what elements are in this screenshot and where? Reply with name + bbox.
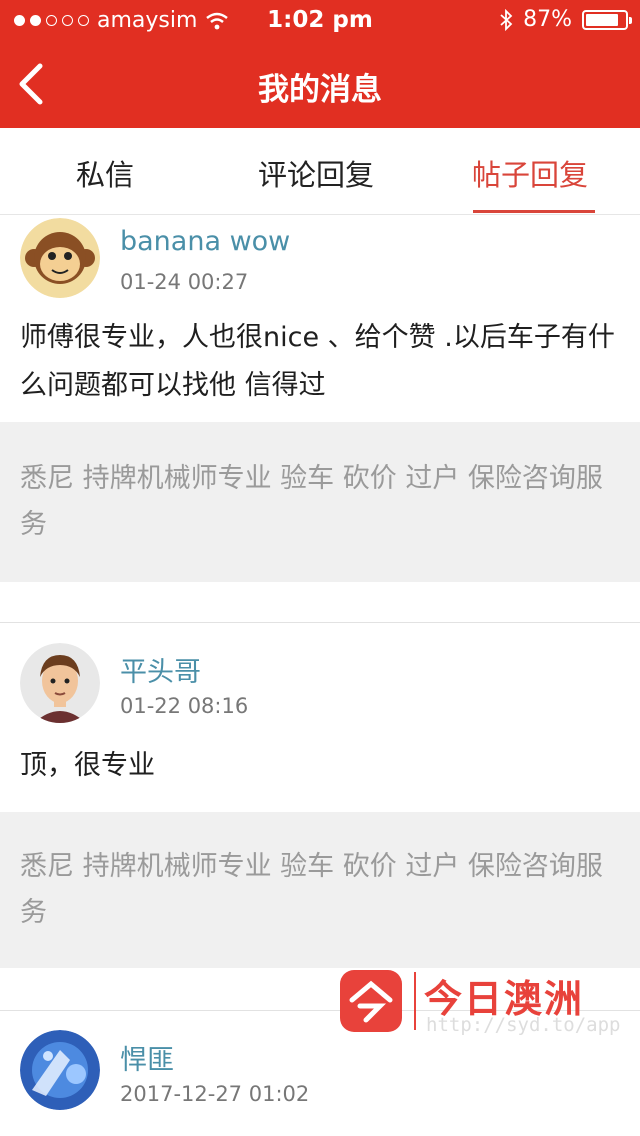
- bluetooth-icon: [500, 8, 513, 31]
- timestamp: 01-22 08:16: [120, 694, 249, 718]
- nav-bar: 我的消息: [0, 40, 640, 128]
- abstract-avatar-icon: [20, 1030, 100, 1110]
- app-logo-icon: [340, 970, 402, 1032]
- tab-comment-replies[interactable]: 评论回复: [258, 152, 374, 194]
- person-avatar-icon: [20, 643, 100, 723]
- divider: [0, 622, 640, 623]
- reply-text: 顶，很专业: [20, 750, 155, 781]
- watermark: 今日澳洲 http://syd.to/app: [340, 968, 620, 1038]
- monkey-avatar-icon: [20, 218, 100, 298]
- avatar[interactable]: [20, 218, 100, 298]
- battery-percent: 87%: [523, 7, 572, 32]
- reply-text: 师傅很专业，人也很nice 、给个赞 .以后车子有什么问题都可以找他 信得过: [20, 322, 615, 401]
- battery-icon: [582, 9, 632, 30]
- tab-post-replies[interactable]: 帖子回复: [472, 152, 588, 194]
- watermark-divider: [414, 972, 416, 1030]
- timestamp: 2017-12-27 01:02: [120, 1082, 310, 1106]
- app-header: amaysim 1:02 pm 87% 我的消息: [0, 0, 640, 128]
- tab-private-messages[interactable]: 私信: [76, 152, 134, 194]
- username[interactable]: 平头哥: [120, 650, 201, 689]
- username[interactable]: banana wow: [120, 226, 290, 257]
- active-tab-indicator: [473, 210, 595, 213]
- status-bar: amaysim 1:02 pm 87%: [0, 0, 640, 40]
- watermark-url: http://syd.to/app: [426, 1014, 621, 1036]
- page-title: 我的消息: [258, 72, 382, 108]
- username[interactable]: 悍匪: [120, 1038, 174, 1077]
- quoted-post-text: 悉尼 持牌机械师专业 验车 砍价 过户 保险咨询服务: [20, 463, 603, 540]
- tab-bar: 私信 评论回复 帖子回复: [0, 128, 640, 215]
- avatar[interactable]: [20, 1030, 100, 1110]
- quoted-post-text: 悉尼 持牌机械师专业 验车 砍价 过户 保险咨询服务: [20, 851, 603, 928]
- timestamp: 01-24 00:27: [120, 270, 249, 294]
- quoted-post[interactable]: 悉尼 持牌机械师专业 验车 砍价 过户 保险咨询服务: [0, 812, 640, 968]
- avatar[interactable]: [20, 643, 100, 723]
- quoted-post[interactable]: 悉尼 持牌机械师专业 验车 砍价 过户 保险咨询服务: [0, 422, 640, 582]
